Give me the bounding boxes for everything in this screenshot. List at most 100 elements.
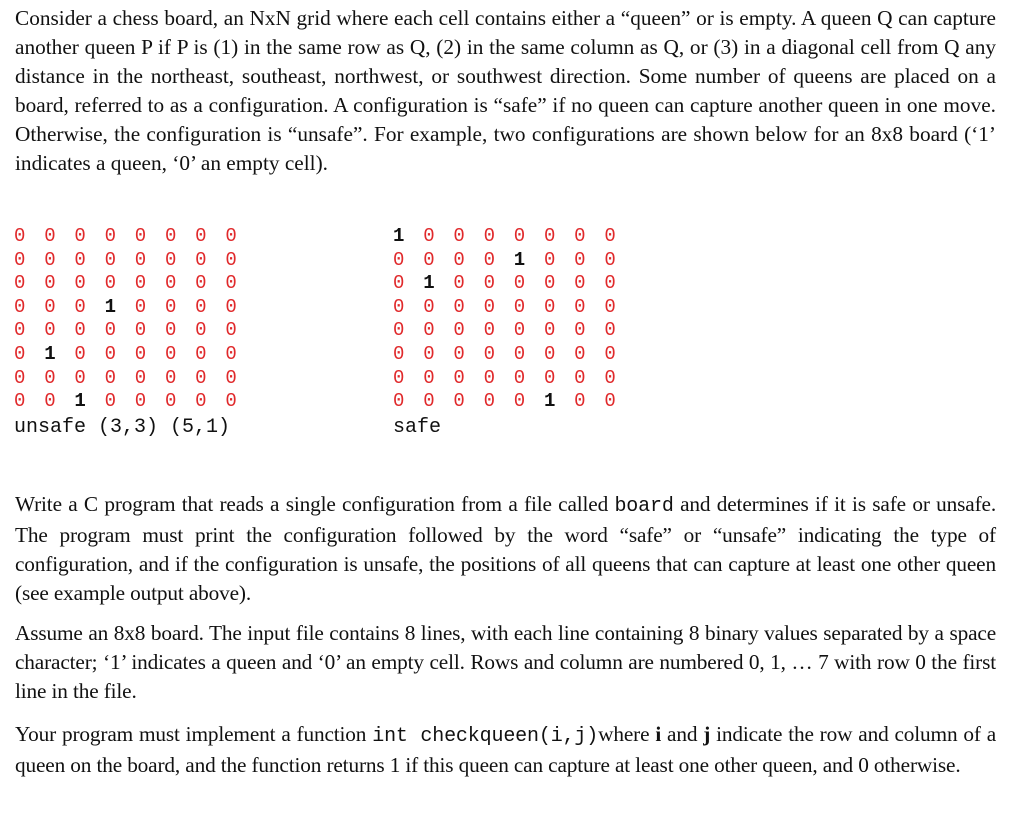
queen-cell: 1 (513, 248, 526, 271)
empty-cell: 0 (164, 319, 177, 342)
empty-cell: 0 (195, 225, 207, 247)
empty-cell: 0 (134, 342, 147, 365)
board-row: 10000000 (393, 225, 635, 249)
empty-cell: 0 (195, 366, 207, 389)
empty-cell: 0 (14, 366, 26, 389)
intro-text: Consider a chess board, an NxN grid wher… (15, 6, 996, 175)
empty-cell: 0 (604, 295, 616, 318)
empty-cell: 0 (423, 342, 435, 365)
empty-cell: 0 (225, 272, 237, 295)
empty-cell: 0 (574, 272, 586, 295)
empty-cell: 0 (513, 390, 526, 413)
empty-cell: 0 (164, 366, 177, 389)
board-grid: 1000000000001000010000000000000000000000… (393, 225, 635, 414)
empty-cell: 0 (393, 342, 405, 365)
board-row: 00000000 (393, 367, 635, 391)
empty-cell: 0 (195, 295, 207, 318)
empty-cell: 0 (164, 225, 177, 247)
empty-cell: 0 (604, 225, 616, 247)
board-row: 00000000 (14, 319, 256, 343)
empty-cell: 0 (604, 366, 616, 389)
empty-cell: 0 (483, 366, 495, 389)
board-row: 00001000 (393, 249, 635, 273)
empty-cell: 0 (483, 272, 495, 295)
board-row: 00000000 (393, 319, 635, 343)
empty-cell: 0 (74, 225, 86, 247)
empty-cell: 0 (225, 390, 237, 413)
empty-cell: 0 (574, 248, 586, 271)
empty-cell: 0 (543, 248, 556, 271)
empty-cell: 0 (393, 366, 405, 389)
board-row: 00000000 (393, 296, 635, 320)
empty-cell: 0 (195, 272, 207, 295)
empty-cell: 0 (74, 248, 86, 271)
empty-cell: 0 (453, 390, 465, 413)
empty-cell: 0 (543, 319, 556, 342)
empty-cell: 0 (604, 248, 616, 271)
empty-cell: 0 (14, 248, 26, 271)
empty-cell: 0 (574, 225, 586, 247)
empty-cell: 0 (574, 390, 586, 413)
empty-cell: 0 (134, 295, 147, 318)
board-row: 00000000 (14, 367, 256, 391)
empty-cell: 0 (604, 342, 616, 365)
empty-cell: 0 (483, 319, 495, 342)
board-row: 00010000 (14, 296, 256, 320)
queen-cell: 1 (44, 342, 56, 365)
queen-cell: 1 (543, 390, 556, 413)
empty-cell: 0 (574, 366, 586, 389)
example-board-safe: 1000000000001000010000000000000000000000… (393, 225, 635, 442)
empty-cell: 0 (574, 295, 586, 318)
empty-cell: 0 (164, 295, 177, 318)
empty-cell: 0 (104, 319, 116, 342)
board-row: 00000000 (393, 343, 635, 367)
board-row: 00000000 (14, 225, 256, 249)
empty-cell: 0 (453, 272, 465, 295)
queen-cell: 1 (104, 295, 116, 318)
empty-cell: 0 (134, 225, 147, 247)
function-signature-code: int checkqueen(i,j) (372, 725, 599, 748)
empty-cell: 0 (423, 295, 435, 318)
empty-cell: 0 (543, 366, 556, 389)
queen-cell: 1 (423, 272, 435, 295)
empty-cell: 0 (483, 390, 495, 413)
empty-cell: 0 (104, 342, 116, 365)
board-row: 01000000 (393, 272, 635, 296)
empty-cell: 0 (513, 272, 526, 295)
empty-cell: 0 (225, 295, 237, 318)
empty-cell: 0 (423, 390, 435, 413)
function-text: Your program must implement a function (15, 722, 373, 746)
empty-cell: 0 (195, 319, 207, 342)
input-format-paragraph: Assume an 8x8 board. The input file cont… (15, 619, 996, 706)
empty-cell: 0 (513, 366, 526, 389)
empty-cell: 0 (74, 342, 86, 365)
empty-cell: 0 (513, 319, 526, 342)
board-row: 00000000 (14, 272, 256, 296)
empty-cell: 0 (195, 248, 207, 271)
empty-cell: 0 (44, 366, 56, 389)
empty-cell: 0 (423, 225, 435, 247)
board-verdict: unsafe (3,3) (5,1) (14, 415, 231, 439)
empty-cell: 0 (195, 342, 207, 365)
empty-cell: 0 (134, 248, 147, 271)
empty-cell: 0 (74, 319, 86, 342)
filename-code: board (614, 495, 674, 518)
empty-cell: 0 (44, 295, 56, 318)
empty-cell: 0 (513, 295, 526, 318)
board-row: 01000000 (14, 343, 256, 367)
empty-cell: 0 (453, 319, 465, 342)
empty-cell: 0 (423, 366, 435, 389)
empty-cell: 0 (104, 225, 116, 247)
empty-cell: 0 (164, 248, 177, 271)
empty-cell: 0 (393, 390, 405, 413)
empty-cell: 0 (14, 272, 26, 295)
empty-cell: 0 (225, 225, 237, 247)
empty-cell: 0 (14, 342, 26, 365)
queen-cell: 1 (393, 225, 405, 247)
empty-cell: 0 (225, 342, 237, 365)
empty-cell: 0 (543, 295, 556, 318)
empty-cell: 0 (574, 342, 586, 365)
empty-cell: 0 (164, 272, 177, 295)
empty-cell: 0 (543, 342, 556, 365)
empty-cell: 0 (604, 390, 616, 413)
